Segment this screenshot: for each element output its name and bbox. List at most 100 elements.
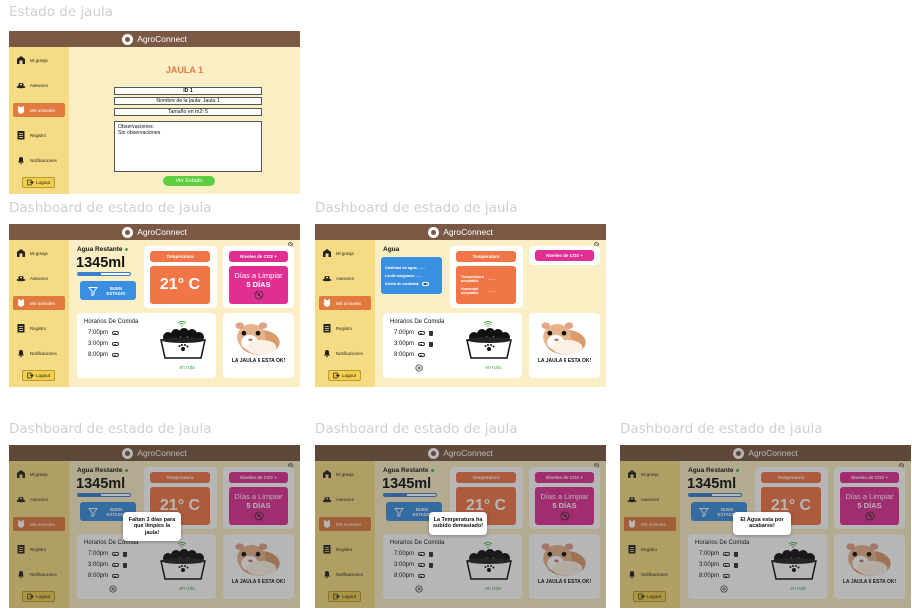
- logout-button[interactable]: Logout: [22, 370, 55, 381]
- trash-icon[interactable]: [429, 551, 434, 557]
- sidebar-item-mis-animales[interactable]: Mis animales: [13, 103, 65, 117]
- barn-icon: [322, 469, 332, 479]
- schedule-toggle[interactable]: [112, 563, 120, 567]
- observations-field[interactable]: Observaciones: Sin observaciones: [114, 121, 262, 172]
- schedule-toggle[interactable]: [723, 574, 731, 578]
- schedule-toggle[interactable]: [112, 574, 120, 578]
- id-field[interactable]: ID 1: [114, 87, 262, 95]
- schedule-toggle[interactable]: [418, 342, 426, 346]
- schedule-row: 7:00pm: [394, 551, 434, 557]
- frame-label: Dashboard de estado de jaula: [9, 421, 212, 437]
- sidebar-item-mis-animales[interactable]: Mis animales: [13, 517, 65, 531]
- sidebar-item-mi-granja[interactable]: Mi granja: [319, 467, 371, 481]
- sidebar-item-notificaciones[interactable]: Notificaciones: [13, 567, 65, 581]
- schedule-toggle[interactable]: [723, 552, 731, 556]
- sidebar-item-asesores[interactable]: Asesores: [624, 492, 676, 506]
- funnel-icon: [699, 507, 709, 517]
- co2-card[interactable]: Niveles de CO2 + Días a Limpiar 5 DÍAS: [834, 467, 905, 529]
- water-alert-toggle[interactable]: [422, 281, 430, 286]
- trash-icon[interactable]: [123, 562, 128, 568]
- trash-icon[interactable]: [429, 330, 434, 336]
- sidebar-item-registro[interactable]: Registro: [319, 321, 371, 335]
- schedule-toggle[interactable]: [723, 563, 731, 567]
- co2-card[interactable]: Niveles de CO2 + Días a Limpiar 5 DÍAS: [529, 467, 600, 529]
- name-field[interactable]: Nombre de la jaula: Jaula 1: [114, 97, 262, 105]
- ver-estado-button[interactable]: Ver Estado: [163, 176, 215, 186]
- guinea-pig-image: [233, 317, 283, 356]
- add-schedule-icon[interactable]: [415, 364, 423, 372]
- sidebar-item-asesores[interactable]: Asesores: [13, 78, 65, 92]
- barn-icon: [16, 55, 26, 65]
- logout-button[interactable]: Logout: [328, 370, 361, 381]
- sidebar-item-label: Mis animales: [30, 300, 56, 306]
- sidebar-item-registro[interactable]: Registro: [13, 321, 65, 335]
- size-field[interactable]: Tamaño en m2: 5: [114, 108, 262, 116]
- alert-popup[interactable]: La Temperatura ha subido demasiado!: [429, 512, 487, 535]
- sidebar-item-registro[interactable]: Registro: [624, 542, 676, 556]
- co2-card[interactable]: Niveles de CO2 + Días a Limpiar 5 DÍAS: [223, 246, 294, 308]
- schedule-toggle[interactable]: [112, 353, 120, 357]
- temperature-value: 21° C: [150, 266, 210, 304]
- water-level-fill: [78, 494, 102, 496]
- schedule-row: 8:00pm: [88, 352, 120, 358]
- logout-button[interactable]: Logout: [22, 177, 55, 188]
- co2-card[interactable]: Niveles de CO2 +: [529, 246, 600, 265]
- schedule-toggle[interactable]: [418, 574, 426, 578]
- co2-card[interactable]: Niveles de CO2 + Días a Limpiar 5 DÍAS: [223, 467, 294, 529]
- sidebar-item-asesores[interactable]: Asesores: [319, 492, 371, 506]
- schedule-toggle[interactable]: [112, 552, 120, 556]
- sidebar-item-mis-animales[interactable]: Mis animales: [13, 296, 65, 310]
- water-details-card[interactable]: Cantidad de agua: ...... Límite asignado…: [381, 257, 442, 294]
- sidebar-item-notificaciones[interactable]: Notificaciones: [13, 153, 65, 167]
- temperature-card[interactable]: Temperatura 21° C: [144, 246, 217, 308]
- food-schedule-card: Horarios De Comida 7:00pm 3:00pm 8:00pm …: [77, 534, 216, 599]
- temperature-card[interactable]: Temperatura Temperatura aceptable.......…: [450, 246, 523, 308]
- trash-icon[interactable]: [429, 341, 434, 347]
- sidebar-item-notificaciones[interactable]: Notificaciones: [624, 567, 676, 581]
- guinea-pig-image: [539, 538, 589, 577]
- add-schedule-icon[interactable]: [109, 585, 117, 593]
- register-icon: [322, 323, 332, 333]
- trash-icon[interactable]: [734, 562, 739, 568]
- schedule-toggle[interactable]: [112, 342, 120, 346]
- sidebar-item-mi-granja[interactable]: Mi granja: [319, 246, 371, 260]
- sidebar-item-notificaciones[interactable]: Notificaciones: [319, 346, 371, 360]
- sidebar-item-registro[interactable]: Registro: [13, 128, 65, 142]
- water-level-bar: [383, 493, 437, 497]
- sidebar-item-asesores[interactable]: Asesores: [13, 271, 65, 285]
- sidebar-item-mis-animales[interactable]: Mis animales: [624, 517, 676, 531]
- schedule-toggle[interactable]: [112, 331, 120, 335]
- schedule-toggle[interactable]: [418, 353, 426, 357]
- schedule-toggle[interactable]: [418, 331, 426, 335]
- sidebar-item-notificaciones[interactable]: Notificaciones: [319, 567, 371, 581]
- sidebar-item-mi-granja[interactable]: Mi granja: [13, 467, 65, 481]
- alert-popup[interactable]: Faltan 3 días para que limpies la jaula!: [123, 512, 181, 541]
- trash-icon[interactable]: [123, 551, 128, 557]
- sidebar-item-mis-animales[interactable]: Mis animales: [319, 296, 371, 310]
- sidebar-item-mi-granja[interactable]: Mi granja: [13, 246, 65, 260]
- trash-icon[interactable]: [429, 562, 434, 568]
- logout-button[interactable]: Logout: [633, 591, 666, 602]
- wifi-icon: [177, 320, 187, 327]
- sidebar-item-registro[interactable]: Registro: [13, 542, 65, 556]
- filter-status-card[interactable]: BUEN ESTADO!: [80, 281, 136, 300]
- sidebar-item-asesores[interactable]: Asesores: [319, 271, 371, 285]
- schedule-toggle[interactable]: [418, 563, 426, 567]
- sidebar-item-mi-granja[interactable]: Mi granja: [13, 53, 65, 67]
- sidebar-item-registro[interactable]: Registro: [319, 542, 371, 556]
- sidebar-item-label: Registro: [641, 546, 658, 552]
- add-schedule-icon[interactable]: [720, 585, 728, 593]
- trash-icon[interactable]: [734, 551, 739, 557]
- logout-button[interactable]: Logout: [328, 591, 361, 602]
- schedule-row: 7:00pm: [699, 551, 739, 557]
- alert-popup[interactable]: El Agua esta por acabarse!: [733, 512, 791, 535]
- food-schedule-card: Horarios De Comida 7:00pm 3:00pm 8:00pm …: [77, 313, 216, 378]
- logout-button[interactable]: Logout: [22, 591, 55, 602]
- add-schedule-icon[interactable]: [415, 585, 423, 593]
- schedule-toggle[interactable]: [418, 552, 426, 556]
- sidebar-item-mis-animales[interactable]: Mis animales: [319, 517, 371, 531]
- animal-icon: [627, 519, 637, 529]
- sidebar-item-notificaciones[interactable]: Notificaciones: [13, 346, 65, 360]
- sidebar-item-asesores[interactable]: Asesores: [13, 492, 65, 506]
- sidebar-item-mi-granja[interactable]: Mi granja: [624, 467, 676, 481]
